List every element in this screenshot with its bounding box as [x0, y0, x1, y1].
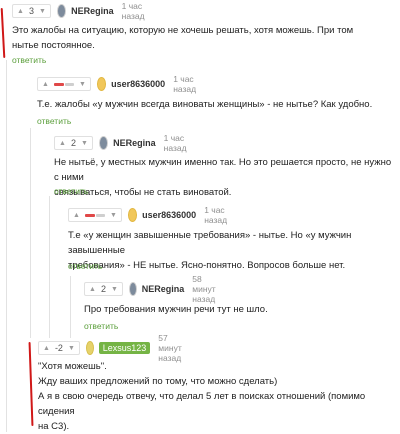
comment-text: Т.е «у женщин завышенные требования» - н… [68, 228, 393, 273]
rating-widget: ▲ ▼ [68, 208, 122, 222]
downvote-icon[interactable]: ▼ [110, 212, 117, 219]
annotation-mark-bottom [28, 341, 34, 427]
timestamp[interactable]: 1 час назад [122, 1, 150, 21]
downvote-icon[interactable]: ▼ [79, 81, 86, 88]
text-line: Жду ваших предложений по тому, что можно… [38, 376, 278, 387]
username[interactable]: NERegina [71, 6, 114, 16]
rating-widget: ▲ 2 ▼ [84, 282, 123, 296]
comment-header: ▲ 3 ▼ NERegina 1 час назад [12, 1, 150, 21]
timestamp[interactable]: 1 час назад [173, 74, 201, 94]
thread-line-3[interactable] [49, 196, 50, 338]
text-line: связываться, чтобы не стать виноватой. [54, 187, 232, 198]
reply-link[interactable]: ответить [84, 321, 118, 331]
text-line: нытье постоянное. [12, 40, 95, 51]
rating-value: -2 [54, 343, 63, 353]
upvote-icon[interactable]: ▲ [43, 345, 50, 352]
comment-header: ▲ -2 ▼ Lexsus123 57 минут назад [38, 333, 188, 363]
text-line: Т.е «у женщин завышенные требования» - н… [68, 230, 352, 256]
text-line: Не нытьё, у местных мужчин именно так. Н… [54, 157, 392, 183]
username[interactable]: NERegina [113, 138, 156, 148]
upvote-icon[interactable]: ▲ [59, 140, 66, 147]
downvote-icon[interactable]: ▼ [39, 8, 46, 15]
comment-text: Не нытьё, у местных мужчин именно так. Н… [54, 155, 394, 200]
upvote-icon[interactable]: ▲ [42, 81, 49, 88]
reply-link[interactable]: ответить [37, 116, 71, 126]
text-line: "Хотя можешь". [38, 361, 107, 372]
text-line: Это жалобы на ситуацию, которую не хочеш… [12, 25, 354, 36]
rating-widget: ▲ ▼ [37, 77, 91, 91]
rating-value: 2 [100, 284, 106, 294]
reply-link[interactable]: ответить [68, 261, 102, 271]
rating-bar-negative [53, 82, 64, 86]
comment-text: Про требования мужчин речи тут не шло. [84, 302, 394, 317]
reply-link[interactable]: ответить [12, 55, 46, 65]
rating-widget: ▲ -2 ▼ [38, 341, 80, 355]
avatar[interactable] [98, 136, 109, 150]
rating-bar-neutral [64, 82, 74, 86]
username[interactable]: NERegina [142, 284, 185, 294]
comment-header: ▲ ▼ user8636000 1 час назад [68, 205, 232, 225]
text-line: Про требования мужчин речи тут не шло. [84, 304, 268, 315]
annotation-mark-top [0, 7, 6, 59]
downvote-icon[interactable]: ▼ [81, 140, 88, 147]
avatar[interactable] [85, 341, 94, 355]
rating-value: 3 [28, 6, 34, 16]
comment-header: ▲ ▼ user8636000 1 час назад [37, 74, 201, 94]
avatar[interactable] [96, 77, 107, 91]
text-line: Т.е. жалобы «у мужчин всегда виноваты же… [37, 99, 373, 110]
username[interactable]: user8636000 [111, 79, 165, 89]
avatar[interactable] [127, 208, 138, 222]
rating-bar [84, 213, 105, 217]
rating-value: 2 [70, 138, 76, 148]
rating-widget: ▲ 3 ▼ [12, 4, 51, 18]
timestamp[interactable]: 1 час назад [164, 133, 192, 153]
comment-text: Т.е. жалобы «у мужчин всегда виноваты же… [37, 97, 392, 112]
comment-header: ▲ 2 ▼ NERegina 58 минут назад [84, 274, 222, 304]
timestamp[interactable]: 1 час назад [204, 205, 232, 225]
rating-widget: ▲ 2 ▼ [54, 136, 93, 150]
text-line: требования» - НЕ нытье. Ясно-понятно. Во… [68, 260, 346, 271]
downvote-icon[interactable]: ▼ [111, 286, 118, 293]
thread-line-2[interactable] [30, 128, 31, 338]
rating-bar-neutral [95, 213, 105, 217]
thread-line-4[interactable] [70, 276, 71, 338]
upvote-icon[interactable]: ▲ [89, 286, 96, 293]
upvote-icon[interactable]: ▲ [73, 212, 80, 219]
text-line: А я в свою очередь отвечу, что делал 5 л… [38, 391, 366, 417]
comment-text: "Хотя можешь". Жду ваших предложений по … [38, 359, 393, 434]
upvote-icon[interactable]: ▲ [17, 8, 24, 15]
reply-link[interactable]: ответить [54, 186, 88, 196]
username[interactable]: user8636000 [142, 210, 196, 220]
avatar[interactable] [56, 4, 67, 18]
downvote-icon[interactable]: ▼ [68, 345, 75, 352]
username[interactable]: Lexsus123 [98, 342, 151, 354]
comment-text: Это жалобы на ситуацию, которую не хочеш… [12, 23, 392, 53]
comment-header: ▲ 2 ▼ NERegina 1 час назад [54, 133, 192, 153]
thread-line-1[interactable] [6, 60, 7, 432]
avatar[interactable] [128, 282, 137, 296]
timestamp[interactable]: 58 минут назад [192, 274, 222, 304]
rating-bar [53, 82, 74, 86]
rating-bar-negative [84, 213, 95, 217]
